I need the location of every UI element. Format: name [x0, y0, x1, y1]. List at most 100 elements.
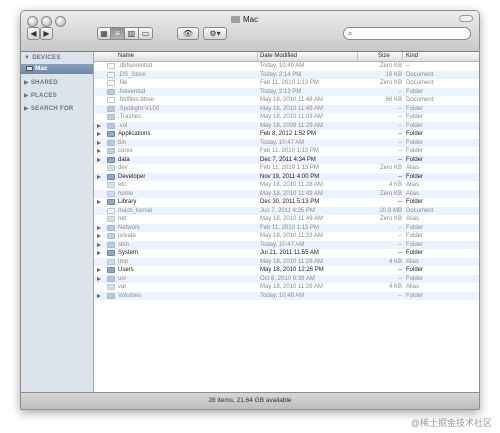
folder-icon: [107, 148, 115, 154]
table-row[interactable]: cores Feb 11, 2010 1:13 PM -- Folder: [94, 147, 479, 156]
table-row[interactable]: data Dec 7, 2011 4:34 PM -- Folder: [94, 155, 479, 164]
table-row[interactable]: usr Oct 6, 2010 9:39 AM -- Folder: [94, 274, 479, 283]
column-kind[interactable]: Kind: [406, 53, 418, 59]
file-date: Nov 19, 2011 4:00 PM: [260, 173, 320, 180]
table-row[interactable]: .Spotlight-V100 May 18, 2010 11:49 AM -- Fo…: [94, 104, 479, 113]
table-row[interactable]: .vol May 18, 2009 11:29 AM -- Folder: [94, 121, 479, 130]
file-kind: Folder: [406, 156, 424, 163]
table-row[interactable]: .file Feb 11, 2010 1:13 PM Zero KB Document: [94, 79, 479, 88]
file-kind: Folder: [406, 233, 424, 239]
file-size: Zero KB: [379, 80, 402, 86]
table-row[interactable]: System Jul 21, 2011 11:55 AM -- Folder: [94, 249, 479, 258]
file-kind: --: [406, 63, 410, 69]
table-row[interactable]: Volumes Today, 10:48 AM -- Folder: [94, 291, 479, 300]
disclosure-triangle-icon[interactable]: [97, 200, 101, 204]
disclosure-triangle-icon[interactable]: [97, 157, 101, 162]
table-row[interactable]: Applications Feb 8, 2012 1:52 PM -- Folder: [94, 130, 479, 139]
quick-look-button[interactable]: 👁: [177, 27, 199, 40]
disclosure-triangle-icon[interactable]: [97, 276, 101, 281]
file-name: .Spotlight-V100: [118, 105, 160, 112]
file-date: Today, 10:47 AM: [260, 241, 305, 248]
sidebar-item-mac[interactable]: Mac: [21, 64, 93, 74]
back-button[interactable]: ◀: [27, 27, 40, 40]
disclosure-triangle-icon[interactable]: [97, 234, 101, 238]
sidebar-section-shared[interactable]: ▶ SHARED: [24, 79, 58, 86]
disclosure-triangle-icon[interactable]: [97, 293, 101, 298]
table-row[interactable]: .hotfiles.btree May 18, 2010 11:48 AM 66 K…: [94, 96, 479, 105]
table-row[interactable]: home May 18, 2010 11:49 AM Zero KB Alias: [94, 189, 479, 198]
table-row[interactable]: Users May 18, 2010 12:26 PM -- Folder: [94, 266, 479, 275]
column-size[interactable]: Size: [378, 53, 390, 59]
table-row[interactable]: mach_kernel Jun 7, 2011 4:35 PM 20.8 MB Doc…: [94, 206, 479, 215]
disclosure-triangle-icon[interactable]: [97, 225, 101, 230]
table-row[interactable]: etc May 18, 2010 11:28 AM 4 KB Alias: [94, 181, 479, 190]
action-menu-button[interactable]: ⚙▾: [203, 27, 227, 40]
folder-icon: [107, 241, 115, 248]
disclosure-triangle-icon[interactable]: [97, 132, 101, 136]
disclosure-triangle-icon[interactable]: [97, 140, 101, 145]
file-size: --: [398, 233, 402, 239]
disclosure-triangle-icon[interactable]: [97, 123, 101, 128]
zoom-button[interactable]: [55, 16, 66, 27]
table-row[interactable]: dev Feb 11, 2010 1:13 PM Zero KB Alias: [94, 164, 479, 173]
file-date: May 18, 2010 11:28 AM: [260, 284, 323, 290]
file-name: dev: [118, 165, 128, 171]
table-row[interactable]: net May 18, 2010 11:49 AM Zero KB Alias: [94, 215, 479, 224]
toolbar-toggle-button[interactable]: [459, 15, 473, 22]
cover-flow-button[interactable]: ▭: [139, 27, 153, 40]
sidebar-section-search-for[interactable]: ▶ SEARCH FOR: [24, 105, 74, 112]
file-kind: Alias: [406, 182, 420, 188]
sidebar-section-devices[interactable]: ▼ DEVICES: [24, 55, 61, 61]
table-row[interactable]: Network Feb 11, 2010 1:13 PM -- Folder: [94, 223, 479, 232]
file-date: Today, 2:14 PM: [260, 71, 302, 78]
table-row[interactable]: .Trashes May 18, 2010 11:03 AM -- Folder: [94, 113, 479, 122]
window-title-text: Mac: [243, 15, 259, 24]
file-size: --: [398, 250, 402, 256]
file-date: Feb 8, 2012 1:52 PM: [260, 131, 317, 137]
folder-icon: [107, 275, 115, 282]
table-row[interactable]: bin Today, 10:47 AM -- Folder: [94, 138, 479, 147]
column-date[interactable]: Date Modified: [260, 53, 297, 59]
watermark: @稀土掘金技术社区: [410, 418, 492, 428]
folder-icon: [107, 88, 115, 95]
disclosure-triangle-icon[interactable]: [97, 251, 101, 255]
file-date: May 18, 2010 11:49 AM: [260, 190, 323, 197]
disclosure-triangle-icon[interactable]: [97, 149, 101, 153]
folder-icon: [107, 292, 115, 299]
close-button[interactable]: [27, 16, 38, 27]
forward-button[interactable]: ▶: [40, 27, 53, 40]
minimize-button[interactable]: [41, 16, 52, 27]
file-size: --: [398, 105, 402, 112]
table-row[interactable]: .DS_Store Today, 2:14 PM 16 KB Document: [94, 70, 479, 79]
table-row[interactable]: .dbfseventsd Today, 10:49 AM Zero KB --: [94, 62, 479, 71]
column-name[interactable]: Name: [118, 53, 134, 59]
folder-icon: [107, 267, 115, 273]
folder-icon: [107, 139, 115, 146]
table-row[interactable]: Library Dec 30, 2011 5:13 PM -- Folder: [94, 198, 479, 207]
table-row[interactable]: var May 18, 2010 11:28 AM 4 KB Alias: [94, 283, 479, 292]
file-size: Zero KB: [379, 63, 402, 69]
sidebar-section-places[interactable]: ▶ PLACES: [24, 92, 57, 99]
search-input[interactable]: ⌕: [343, 27, 471, 40]
disclosure-triangle-icon[interactable]: [97, 268, 101, 272]
table-row[interactable]: private May 18, 2010 11:33 AM -- Folder: [94, 232, 479, 241]
file-date: Jun 7, 2011 4:35 PM: [260, 207, 315, 214]
alias-icon: [107, 182, 115, 188]
file-kind: Alias: [406, 190, 420, 197]
drive-icon: [231, 16, 240, 23]
disclosure-triangle-icon[interactable]: [97, 242, 101, 247]
table-row[interactable]: tmp May 18, 2010 11:28 AM 4 KB Alias: [94, 257, 479, 266]
file-kind: Document: [406, 97, 434, 103]
file-name: .hotfiles.btree: [118, 97, 155, 103]
icon-view-button[interactable]: ▦: [97, 27, 111, 40]
title-bar: Mac ◀ ▶ ▦ ≡ ▥ ▭ 👁 ⚙▾ ⌕: [21, 11, 479, 52]
table-row[interactable]: sbin Today, 10:47 AM -- Folder: [94, 240, 479, 249]
table-row[interactable]: Developer Nov 19, 2011 4:00 PM -- Folder: [94, 172, 479, 181]
list-view-button[interactable]: ≡: [111, 27, 125, 40]
file-date: May 18, 2010 11:49 AM: [260, 105, 323, 112]
disclosure-triangle-icon[interactable]: [97, 174, 101, 179]
file-name: Library: [118, 199, 137, 205]
column-view-button[interactable]: ▥: [125, 27, 139, 40]
table-row[interactable]: .fseventsd Today, 2:13 PM -- Folder: [94, 87, 479, 96]
file-name: Network: [118, 224, 141, 231]
